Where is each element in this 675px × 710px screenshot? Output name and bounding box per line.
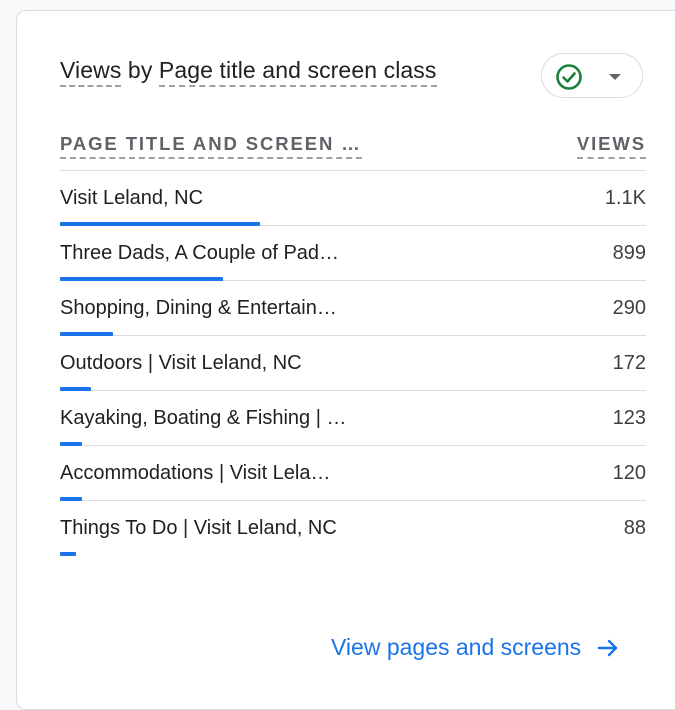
table-body: Visit Leland, NC 1.1K Three Dads, A Couple…	[60, 171, 646, 556]
table-row[interactable]: Things To Do | Visit Leland, NC 88	[60, 501, 646, 556]
table-row[interactable]: Kayaking, Boating & Fishing | … 123	[60, 391, 646, 446]
check-circle-icon	[556, 64, 582, 90]
column-header-views[interactable]: VIEWS	[576, 133, 646, 159]
views-by-page-card: Views by Page title and screen class PAG…	[16, 10, 675, 710]
row-page-title: Three Dads, A Couple of Pad…	[60, 242, 340, 264]
row-views-value: 123	[612, 407, 646, 429]
row-page-title: Kayaking, Boating & Fishing | …	[60, 407, 347, 429]
view-pages-link-label: View pages and screens	[331, 634, 582, 660]
row-views-value: 88	[623, 517, 646, 539]
data-quality-dropdown[interactable]	[541, 53, 643, 98]
table-row[interactable]: Visit Leland, NC 1.1K	[60, 171, 646, 226]
row-page-title: Shopping, Dining & Entertain…	[60, 297, 337, 319]
table-row[interactable]: Three Dads, A Couple of Pad… 899	[60, 226, 646, 281]
view-pages-link[interactable]: View pages and screens	[331, 634, 619, 661]
card-title: Views by Page title and screen class	[60, 57, 437, 87]
row-page-title: Visit Leland, NC	[60, 187, 204, 209]
row-page-title: Things To Do | Visit Leland, NC	[60, 517, 337, 539]
dimension-selector[interactable]: Page title and screen class	[158, 57, 437, 87]
row-views-value: 899	[612, 242, 646, 264]
row-value-bar	[60, 552, 76, 556]
column-header-page-title[interactable]: PAGE TITLE AND SCREEN …	[60, 133, 362, 159]
arrow-right-icon	[597, 639, 618, 656]
table-row[interactable]: Outdoors | Visit Leland, NC 172	[60, 336, 646, 391]
title-connector: by	[121, 57, 159, 83]
metric-selector[interactable]: Views	[60, 57, 122, 87]
row-views-value: 1.1K	[604, 187, 646, 209]
caret-down-icon	[609, 74, 621, 80]
row-views-value: 290	[612, 297, 646, 319]
row-page-title: Accommodations | Visit Lela…	[60, 462, 331, 484]
table-row[interactable]: Accommodations | Visit Lela… 120	[60, 446, 646, 501]
table-row[interactable]: Shopping, Dining & Entertain… 290	[60, 281, 646, 336]
row-views-value: 172	[612, 352, 646, 374]
row-views-value: 120	[612, 462, 646, 484]
row-page-title: Outdoors | Visit Leland, NC	[60, 352, 302, 374]
